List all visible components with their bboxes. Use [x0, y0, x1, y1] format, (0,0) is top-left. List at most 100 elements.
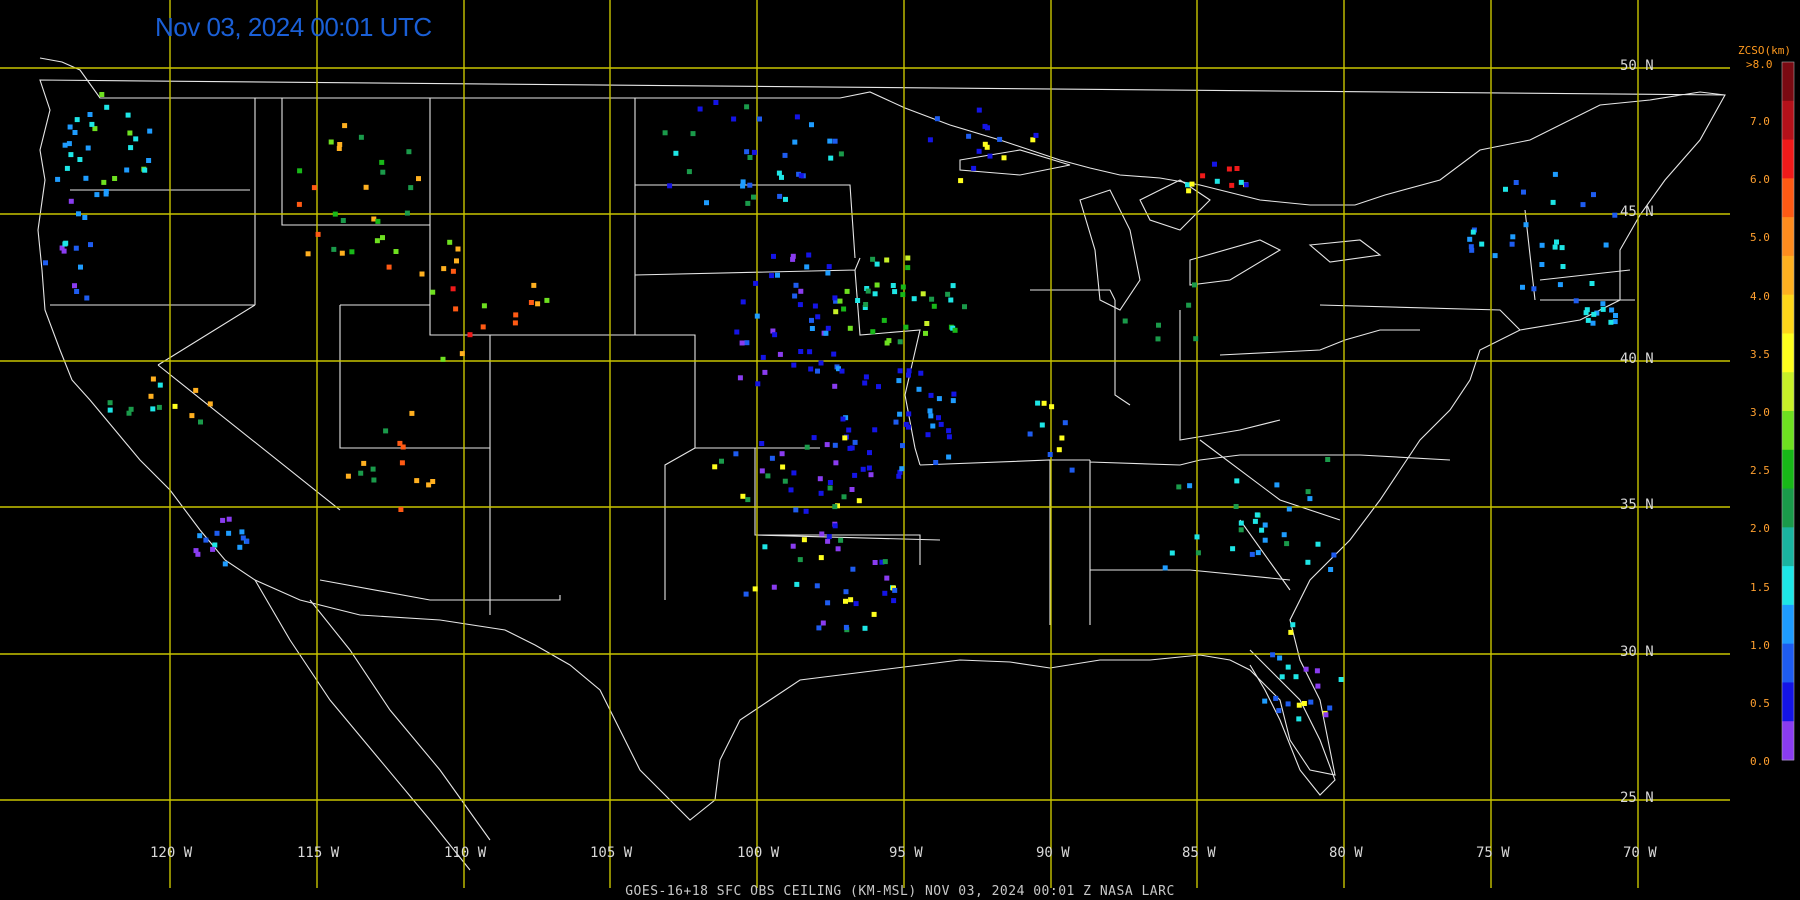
station-marker [82, 215, 88, 220]
station-marker [776, 170, 782, 176]
station-marker [55, 176, 61, 182]
station-marker [928, 413, 934, 419]
footer-caption: GOES-16+18 SFC OBS CEILING (KM-MSL) NOV … [625, 884, 1175, 899]
station-marker [740, 299, 746, 305]
station-marker [815, 368, 820, 374]
station-marker [892, 587, 898, 593]
station-marker [933, 460, 939, 465]
station-marker [976, 107, 982, 113]
station-marker [393, 249, 399, 254]
legend-color-bar [1781, 61, 1795, 761]
station-marker [798, 288, 804, 294]
station-marker [1286, 506, 1292, 512]
station-marker [398, 507, 404, 512]
station-marker [927, 137, 933, 143]
station-marker [673, 150, 679, 156]
station-marker [1122, 318, 1128, 324]
station-marker [1608, 319, 1614, 325]
station-marker [535, 301, 541, 307]
station-marker [780, 464, 786, 470]
station-marker [897, 339, 903, 345]
station-marker [1323, 712, 1329, 718]
station-marker [68, 198, 74, 204]
lat-label-50: 50 N [1620, 58, 1654, 74]
station-marker [863, 374, 869, 380]
station-marker [832, 523, 838, 529]
station-marker [1035, 400, 1041, 406]
station-marker [751, 194, 756, 200]
station-marker [740, 183, 746, 189]
legend-top-label: >8.0 [1746, 58, 1773, 71]
station-marker [804, 264, 810, 270]
station-marker [927, 408, 933, 414]
station-marker [886, 338, 892, 344]
station-marker [66, 141, 72, 147]
station-marker [1560, 264, 1566, 269]
station-marker [454, 258, 459, 264]
station-marker [297, 168, 303, 174]
station-marker [662, 130, 668, 136]
station-marker [1301, 701, 1307, 706]
station-marker [1270, 652, 1276, 658]
station-marker [1469, 247, 1475, 253]
legend-tick-label: 3.0 [1750, 406, 1770, 419]
station-marker [976, 148, 982, 154]
station-marker [872, 291, 878, 297]
station-marker [459, 351, 465, 357]
station-marker [142, 167, 148, 173]
station-marker [62, 142, 68, 148]
legend-swatch [1782, 139, 1794, 179]
station-marker [1274, 482, 1280, 488]
station-marker [85, 145, 91, 151]
legend-tick-label: 6.0 [1750, 173, 1770, 187]
station-marker [64, 165, 70, 171]
station-marker [832, 442, 838, 448]
station-marker [305, 251, 311, 257]
station-marker [951, 391, 957, 397]
station-marker [1059, 435, 1065, 441]
station-marker [809, 317, 814, 323]
station-marker [804, 444, 810, 450]
station-marker [779, 451, 785, 457]
station-marker [739, 340, 745, 346]
station-marker [794, 581, 800, 587]
station-marker [838, 151, 844, 157]
station-marker [1033, 132, 1039, 138]
station-marker [872, 427, 878, 433]
station-marker [1262, 522, 1268, 528]
station-marker [128, 145, 134, 151]
lat-label-30: 30 N [1620, 644, 1654, 660]
station-marker [1308, 699, 1314, 705]
station-marker [1492, 253, 1498, 259]
lon-label-115: 115 W [297, 845, 340, 861]
station-marker [906, 411, 912, 417]
station-marker [777, 351, 783, 357]
station-marker [203, 537, 209, 543]
station-marker [1262, 537, 1268, 543]
station-marker [950, 283, 956, 289]
station-marker [1277, 655, 1283, 661]
station-marker [531, 282, 537, 288]
legend-tick-label: 1.0 [1750, 638, 1770, 652]
station-marker [447, 239, 453, 245]
station-marker [843, 598, 848, 604]
station-marker [825, 538, 831, 544]
station-marker [189, 413, 195, 419]
legend-swatch [1782, 255, 1794, 296]
station-marker [226, 516, 232, 522]
station-marker [826, 534, 832, 540]
station-marker [513, 312, 519, 318]
station-marker [841, 306, 847, 312]
station-marker [798, 349, 804, 354]
station-marker [349, 249, 355, 255]
legend-tick-label: 0.0 [1750, 755, 1770, 769]
station-marker [856, 498, 862, 504]
station-marker [1285, 664, 1291, 670]
station-marker [737, 375, 743, 381]
station-marker [1583, 310, 1589, 316]
station-marker [195, 551, 201, 557]
lat-label-35: 35 N [1620, 497, 1654, 513]
station-marker [833, 309, 839, 315]
station-marker [1001, 155, 1007, 161]
station-marker [528, 300, 534, 305]
